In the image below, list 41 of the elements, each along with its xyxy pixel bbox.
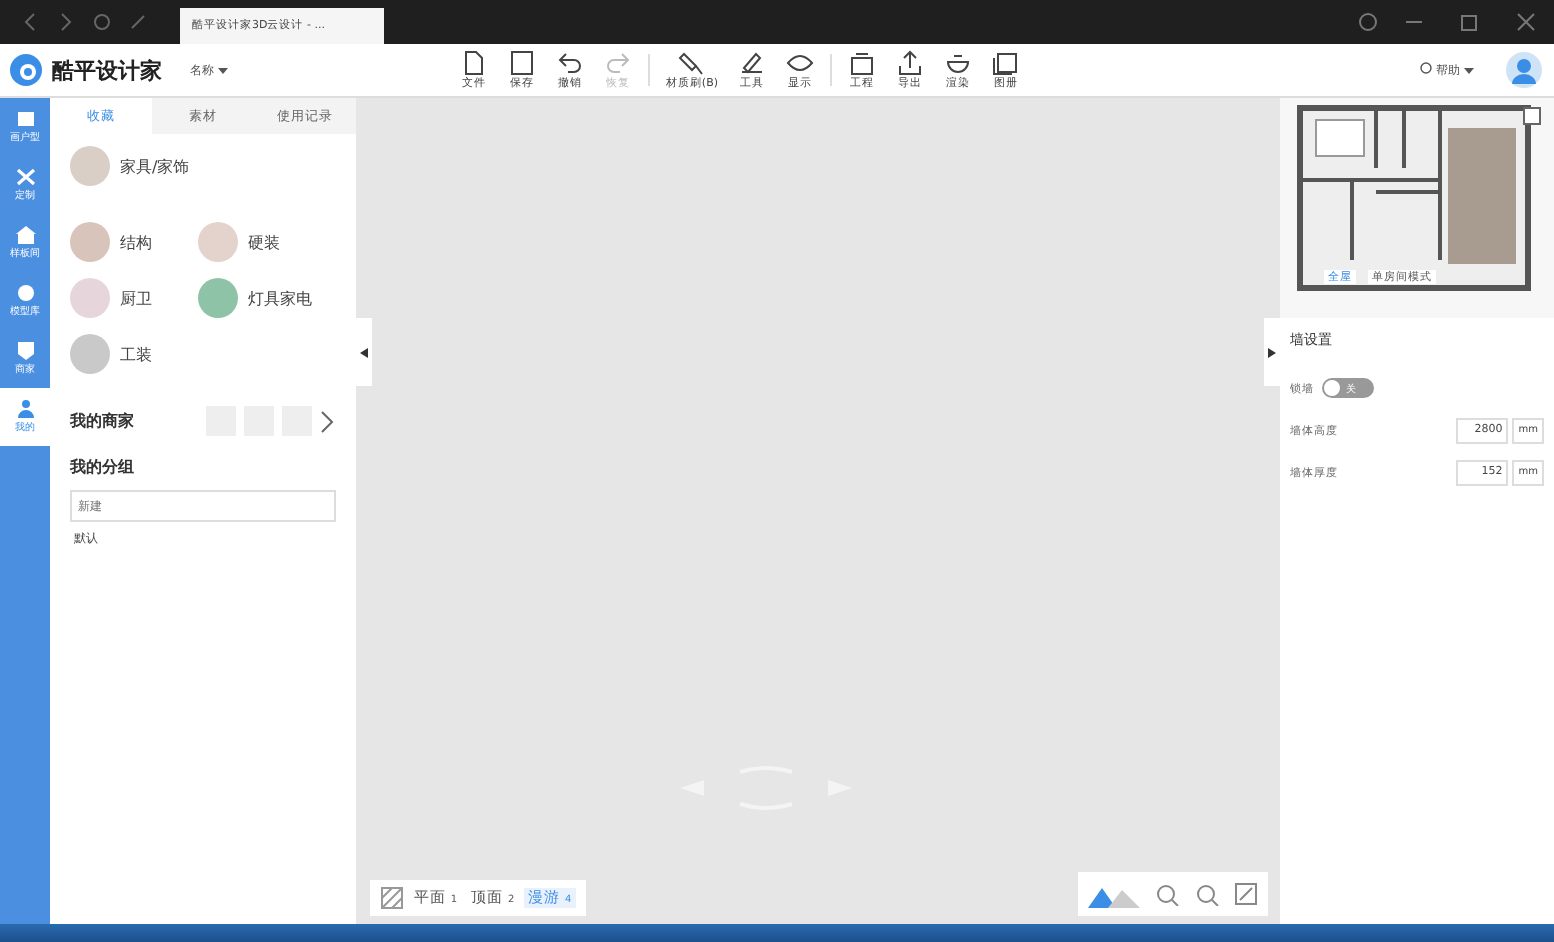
project-icon bbox=[848, 50, 876, 76]
export-icon bbox=[896, 50, 924, 76]
eye-icon bbox=[786, 50, 814, 76]
category-item[interactable]: 厨卫 bbox=[70, 278, 198, 318]
section-heading: 我的商家 bbox=[70, 410, 134, 432]
category-item[interactable]: 工装 bbox=[70, 334, 198, 374]
brush-icon bbox=[677, 50, 706, 76]
plan-icon bbox=[15, 110, 35, 128]
section-heading: 我的分组 bbox=[68, 456, 136, 480]
collapse-handle[interactable] bbox=[1264, 318, 1280, 386]
caret-left-icon bbox=[360, 347, 368, 357]
undo-icon bbox=[555, 50, 584, 76]
render-icon bbox=[944, 50, 972, 76]
avatar-icon[interactable] bbox=[1506, 52, 1542, 88]
category-item[interactable]: 结构 bbox=[70, 222, 198, 262]
grid-icon[interactable] bbox=[380, 886, 404, 910]
album-icon bbox=[992, 50, 1020, 76]
zoom-out-icon[interactable] bbox=[1194, 882, 1220, 906]
redo-icon bbox=[603, 50, 632, 76]
caret-right-icon bbox=[1268, 347, 1276, 357]
logo-text: 酷平设计家 bbox=[52, 55, 162, 85]
category-item[interactable]: 家具/家饰 bbox=[70, 146, 330, 186]
tool-icon bbox=[738, 50, 766, 76]
caret-down-icon bbox=[1464, 67, 1474, 73]
model-icon bbox=[15, 284, 35, 302]
logo-icon bbox=[8, 52, 44, 88]
category-item[interactable]: 硬装 bbox=[198, 222, 326, 262]
category-item[interactable]: 灯具家电 bbox=[198, 278, 326, 318]
layers-icon[interactable] bbox=[1522, 106, 1542, 126]
shop-icon bbox=[15, 342, 35, 360]
collapse-handle[interactable] bbox=[356, 318, 372, 386]
caret-down-icon bbox=[217, 67, 228, 73]
custom-icon bbox=[15, 168, 35, 186]
home-icon bbox=[15, 226, 35, 244]
fullscreen-icon[interactable] bbox=[1234, 882, 1258, 906]
help-icon bbox=[1420, 61, 1433, 73]
save-icon bbox=[507, 50, 536, 76]
zoom-in-icon[interactable] bbox=[1154, 882, 1180, 906]
user-icon bbox=[15, 400, 35, 418]
chevron-right-icon[interactable] bbox=[320, 409, 336, 433]
file-icon bbox=[459, 50, 488, 76]
